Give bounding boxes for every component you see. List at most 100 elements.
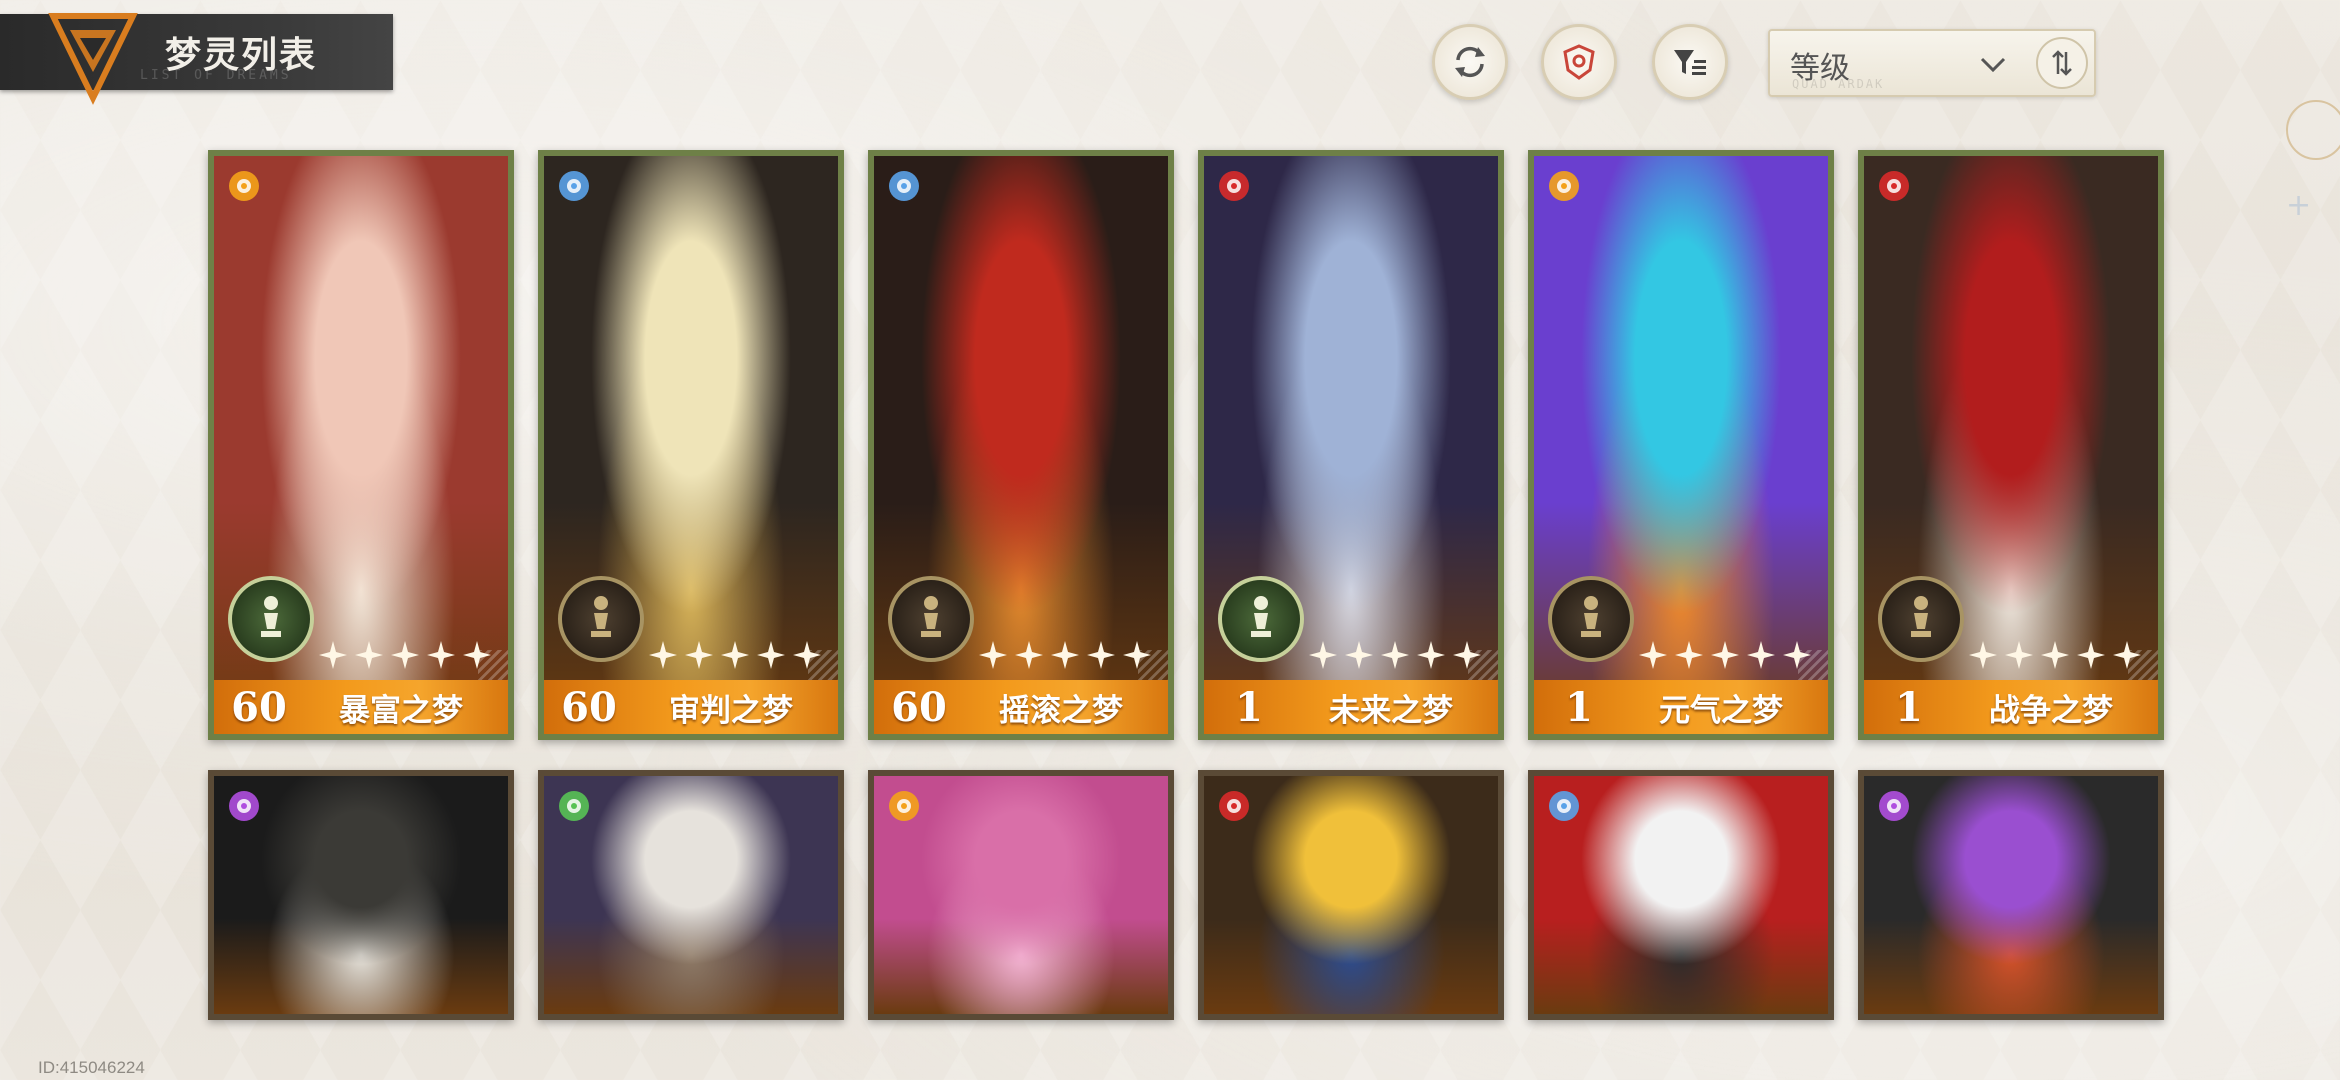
corner-decoration xyxy=(478,650,508,680)
page-subtitle: LIST OF DREAMS xyxy=(140,68,292,83)
star-icon xyxy=(319,641,347,669)
element-filter-button[interactable] xyxy=(1541,24,1617,100)
element-green-icon xyxy=(559,791,589,821)
card-footer: 60 暴富之梦 xyxy=(214,680,508,734)
character-card[interactable]: 1 未来之梦 xyxy=(1198,150,1504,740)
star-icon xyxy=(391,641,419,669)
character-card[interactable]: 1 战争之梦 xyxy=(1858,150,2164,740)
star-icon xyxy=(1711,641,1739,669)
element-purple-icon xyxy=(1879,791,1909,821)
corner-decoration xyxy=(2128,650,2158,680)
star-icon xyxy=(355,641,383,669)
star-rating xyxy=(648,640,822,676)
star-rating xyxy=(978,640,1152,676)
chess-pawn-icon xyxy=(261,596,281,637)
element-blue-icon xyxy=(1549,791,1579,821)
card-level: 1 xyxy=(1565,683,1593,731)
star-icon xyxy=(2005,641,2033,669)
star-icon xyxy=(721,641,749,669)
sort-dropdown[interactable]: 等级 QUAD ARDAK xyxy=(1768,29,2096,97)
sort-sublabel: QUAD ARDAK xyxy=(1792,77,1885,91)
star-icon xyxy=(1969,641,1997,669)
chess-pawn-icon xyxy=(1911,596,1931,637)
element-red-icon xyxy=(1219,171,1249,201)
character-card[interactable] xyxy=(208,770,514,1020)
chevron-down-icon xyxy=(1980,57,2006,73)
corner-decoration xyxy=(1798,650,1828,680)
star-icon xyxy=(2041,641,2069,669)
element-blue-icon xyxy=(889,171,919,201)
star-icon xyxy=(1639,641,1667,669)
character-card[interactable]: 1 元气之梦 xyxy=(1528,150,1834,740)
decorative-ring xyxy=(2286,100,2340,160)
card-name: 战争之梦 xyxy=(1989,692,2113,729)
card-name: 摇滚之梦 xyxy=(999,692,1123,729)
card-footer: 60 摇滚之梦 xyxy=(874,680,1168,734)
card-level: 60 xyxy=(891,683,947,731)
character-card[interactable]: 60 暴富之梦 xyxy=(208,150,514,740)
shield-filter-icon xyxy=(1563,44,1595,80)
element-gold-icon xyxy=(229,171,259,201)
triangle-logo-icon xyxy=(48,13,138,105)
card-name: 审判之梦 xyxy=(669,692,793,729)
character-card[interactable] xyxy=(1528,770,1834,1020)
card-name: 暴富之梦 xyxy=(339,692,463,729)
star-icon xyxy=(427,641,455,669)
rank-badge xyxy=(228,576,314,662)
corner-decoration xyxy=(808,650,838,680)
rank-badge xyxy=(1218,576,1304,662)
element-blue-icon xyxy=(559,171,589,201)
sort-order-button[interactable] xyxy=(2036,37,2088,89)
title-banner: 梦灵列表 LIST OF DREAMS xyxy=(0,13,393,105)
card-name: 未来之梦 xyxy=(1329,692,1453,729)
star-icon xyxy=(1381,641,1409,669)
star-icon xyxy=(757,641,785,669)
element-purple-icon xyxy=(229,791,259,821)
character-card[interactable] xyxy=(1198,770,1504,1020)
character-card[interactable] xyxy=(538,770,844,1020)
star-icon xyxy=(979,641,1007,669)
element-gold-icon xyxy=(1549,171,1579,201)
rank-badge xyxy=(1548,576,1634,662)
star-icon xyxy=(1309,641,1337,669)
star-rating xyxy=(1968,640,2142,676)
card-footer: 1 元气之梦 xyxy=(1534,680,1828,734)
star-rating xyxy=(1638,640,1812,676)
star-icon xyxy=(685,641,713,669)
card-name: 元气之梦 xyxy=(1659,692,1783,729)
character-card[interactable] xyxy=(868,770,1174,1020)
element-red-icon xyxy=(1879,171,1909,201)
star-rating xyxy=(1308,640,1482,676)
star-icon xyxy=(1345,641,1373,669)
rank-badge xyxy=(1878,576,1964,662)
card-footer: 60 审判之梦 xyxy=(544,680,838,734)
filter-list-icon xyxy=(1674,50,1706,75)
refresh-button[interactable] xyxy=(1432,24,1508,100)
character-card[interactable]: 60 审判之梦 xyxy=(538,150,844,740)
element-gold-icon xyxy=(889,791,919,821)
card-level: 60 xyxy=(231,683,287,731)
star-icon xyxy=(1417,641,1445,669)
chess-pawn-icon xyxy=(1251,596,1271,637)
user-id: ID:415046224 xyxy=(38,1058,145,1077)
star-icon xyxy=(1747,641,1775,669)
card-level: 1 xyxy=(1235,683,1263,731)
element-red-icon xyxy=(1219,791,1249,821)
card-level: 1 xyxy=(1895,683,1923,731)
star-rating xyxy=(318,640,492,676)
corner-decoration xyxy=(1468,650,1498,680)
chess-pawn-icon xyxy=(591,596,611,637)
star-icon xyxy=(1051,641,1079,669)
character-card[interactable]: 60 摇滚之梦 xyxy=(868,150,1174,740)
chess-pawn-icon xyxy=(1581,596,1601,637)
filter-button[interactable] xyxy=(1652,24,1728,100)
decorative-plus-icon: + xyxy=(2286,188,2312,223)
star-icon xyxy=(2077,641,2105,669)
character-card[interactable] xyxy=(1858,770,2164,1020)
star-icon xyxy=(649,641,677,669)
rank-badge xyxy=(558,576,644,662)
star-icon xyxy=(1087,641,1115,669)
sort-order-icon xyxy=(2052,50,2072,76)
card-footer: 1 战争之梦 xyxy=(1864,680,2158,734)
star-icon xyxy=(1015,641,1043,669)
